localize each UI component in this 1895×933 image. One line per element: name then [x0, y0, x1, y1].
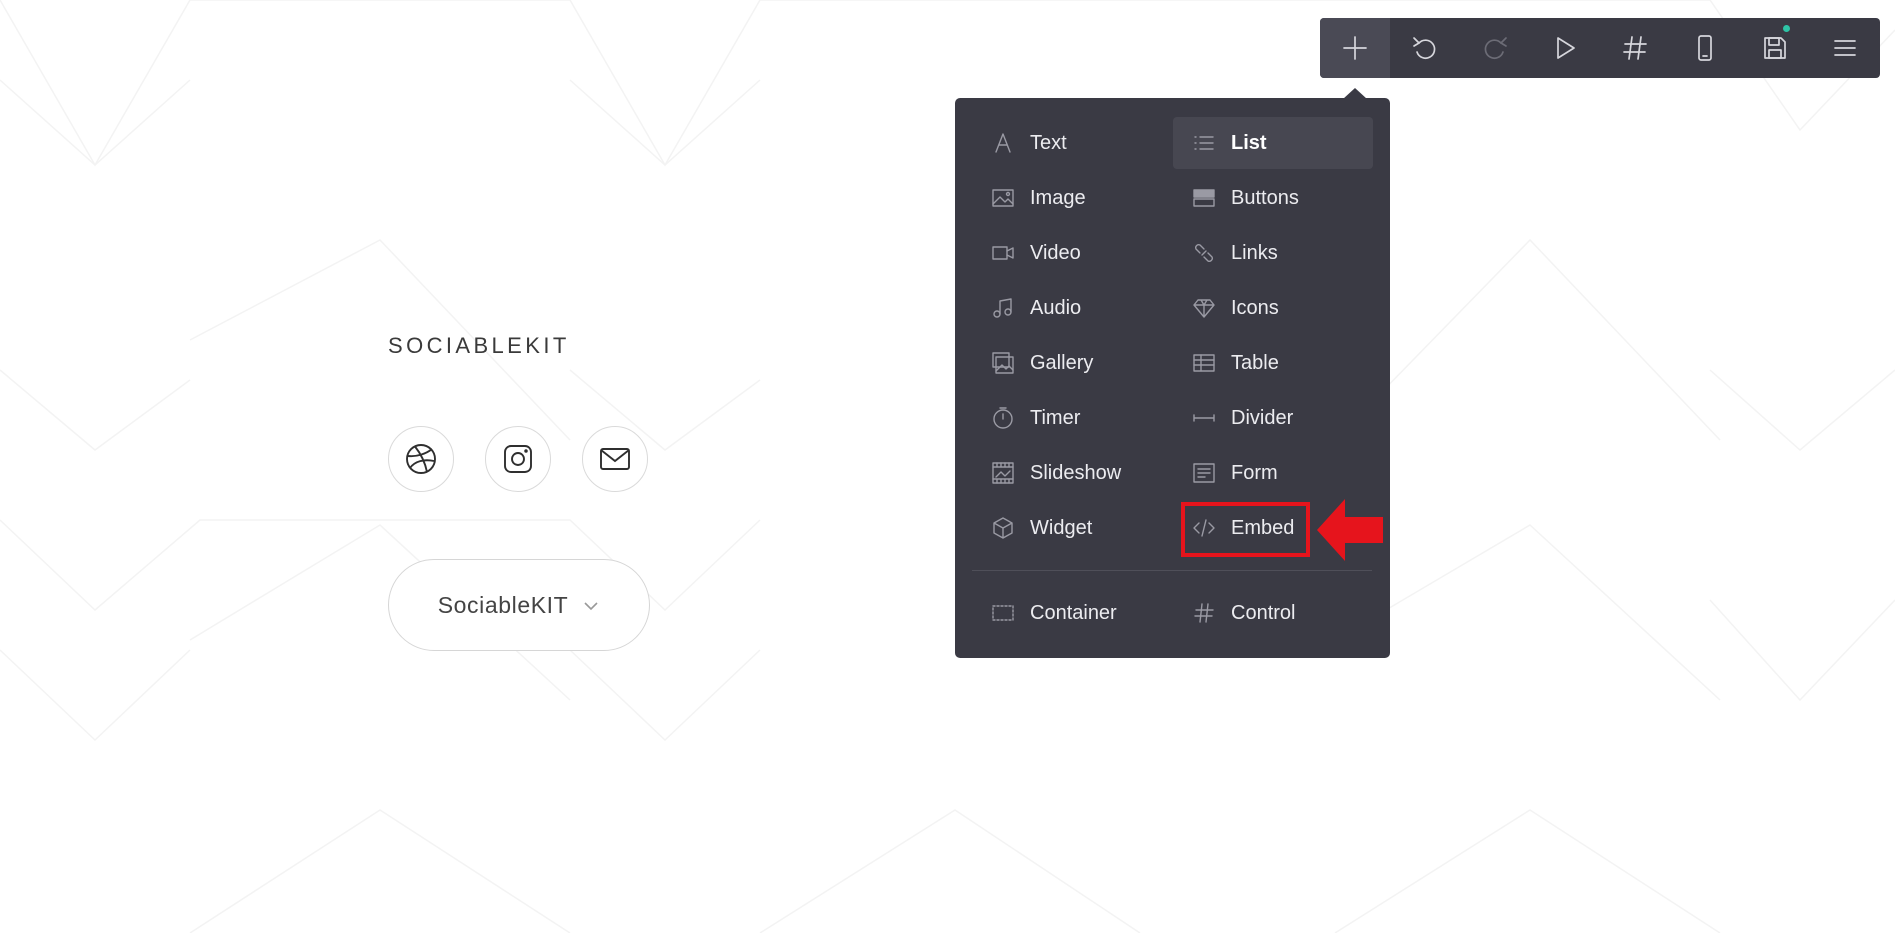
image-icon [990, 185, 1016, 211]
gallery-icon [990, 350, 1016, 376]
item-label: Form [1231, 461, 1278, 484]
brand-heading: SOCIABLEKIT [388, 333, 570, 358]
add-element-panel: Text Image Video Audio Gallery Timer Sli… [955, 98, 1390, 658]
instagram-link[interactable] [485, 426, 551, 492]
item-label: Widget [1030, 516, 1093, 539]
annotation-arrow-icon [1317, 499, 1383, 561]
add-image-item[interactable]: Image [955, 172, 1155, 224]
redo-icon [1484, 37, 1507, 59]
item-label: Text [1030, 131, 1067, 154]
mobile-icon [1698, 35, 1712, 61]
add-icons-item[interactable]: Icons [1173, 282, 1373, 334]
annotation-highlight-box [1181, 502, 1310, 557]
background-pattern [0, 0, 1895, 933]
add-audio-item[interactable]: Audio [955, 282, 1155, 334]
preview-button[interactable] [1530, 18, 1600, 78]
chevron-down-icon [584, 602, 598, 611]
item-label: Buttons [1231, 186, 1299, 209]
sociablekit-dropdown[interactable]: SociableKIT [388, 559, 650, 651]
item-label: Table [1231, 351, 1279, 374]
buttons-icon [1191, 185, 1217, 211]
save-icon [1764, 37, 1786, 59]
table-icon [1191, 350, 1217, 376]
add-list-item[interactable]: List [1173, 117, 1373, 169]
mail-link[interactable] [582, 426, 648, 492]
item-label: Container [1030, 601, 1117, 624]
list-icon [1191, 130, 1217, 156]
add-gallery-item[interactable]: Gallery [955, 337, 1155, 389]
preview-icon [1557, 37, 1575, 59]
mobile-view-button[interactable] [1670, 18, 1740, 78]
add-form-item[interactable]: Form [1173, 447, 1373, 499]
item-label: Gallery [1030, 351, 1094, 374]
save-button[interactable] [1740, 18, 1810, 78]
timer-icon [990, 405, 1016, 431]
menu-icon [1834, 40, 1856, 56]
redo-button[interactable] [1460, 18, 1530, 78]
add-widget-item[interactable]: Widget [955, 502, 1155, 554]
add-icon [1343, 36, 1367, 60]
item-label: Timer [1030, 406, 1081, 429]
text-icon [990, 130, 1016, 156]
instagram-icon [504, 445, 532, 473]
dribbble-icon [406, 444, 436, 474]
item-label: Control [1231, 601, 1296, 624]
divider-icon [1191, 405, 1217, 431]
add-divider-item[interactable]: Divider [1173, 392, 1373, 444]
widget-icon [990, 515, 1016, 541]
item-label: Slideshow [1030, 461, 1122, 484]
links-icon [1191, 240, 1217, 266]
diamond-icon [1191, 295, 1217, 321]
item-label: Video [1030, 241, 1081, 264]
container-icon [990, 600, 1016, 626]
undo-button[interactable] [1390, 18, 1460, 78]
save-indicator [1783, 25, 1790, 32]
item-label: Image [1030, 186, 1086, 209]
audio-icon [990, 295, 1016, 321]
item-label: Icons [1231, 296, 1279, 319]
item-label: Audio [1030, 296, 1082, 319]
item-label: Divider [1231, 406, 1294, 429]
add-slideshow-item[interactable]: Slideshow [955, 447, 1155, 499]
add-table-item[interactable]: Table [1173, 337, 1373, 389]
item-label: Links [1231, 241, 1278, 264]
add-container-item[interactable]: Container [955, 587, 1155, 639]
dribbble-link[interactable] [388, 426, 454, 492]
add-button[interactable] [1320, 18, 1390, 78]
add-control-item[interactable]: Control [1173, 587, 1373, 639]
hash-icon [1623, 36, 1647, 60]
page-canvas: SOCIABLEKIT SociableKIT Text Image Video… [0, 0, 1895, 933]
slideshow-icon [990, 460, 1016, 486]
add-buttons-item[interactable]: Buttons [1173, 172, 1373, 224]
add-text-item[interactable]: Text [955, 117, 1155, 169]
mail-icon [600, 448, 630, 470]
panel-divider [972, 570, 1372, 571]
add-video-item[interactable]: Video [955, 227, 1155, 279]
undo-icon [1413, 37, 1436, 59]
form-icon [1191, 460, 1217, 486]
control-icon [1191, 600, 1217, 626]
editor-toolbar [1320, 18, 1880, 78]
hash-button[interactable] [1600, 18, 1670, 78]
video-icon [990, 240, 1016, 266]
add-timer-item[interactable]: Timer [955, 392, 1155, 444]
dropdown-label: SociableKIT [437, 591, 569, 618]
item-label: List [1231, 131, 1267, 154]
add-links-item[interactable]: Links [1173, 227, 1373, 279]
menu-button[interactable] [1810, 18, 1880, 78]
